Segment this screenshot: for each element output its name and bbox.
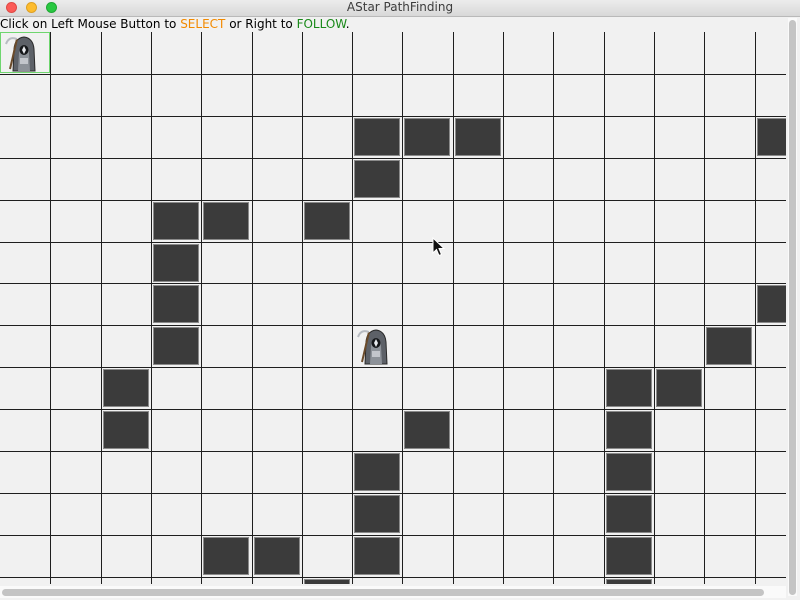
grid-line bbox=[0, 116, 786, 117]
grid-line bbox=[0, 367, 786, 368]
grid-line bbox=[503, 32, 504, 584]
vertical-scroll-thumb[interactable] bbox=[789, 20, 796, 595]
wall-tile[interactable] bbox=[103, 411, 149, 449]
window-title: AStar PathFinding bbox=[346, 0, 454, 14]
selection-highlight bbox=[0, 32, 50, 73]
wall-tile[interactable] bbox=[304, 579, 350, 584]
wall-tile[interactable] bbox=[606, 495, 652, 533]
grid-line bbox=[101, 32, 102, 584]
wall-tile[interactable] bbox=[254, 537, 300, 575]
grid-line bbox=[0, 158, 786, 159]
grid-line bbox=[201, 32, 202, 584]
grid-line bbox=[0, 200, 786, 201]
grid-line bbox=[0, 409, 786, 410]
wall-tile[interactable] bbox=[606, 537, 652, 575]
wall-tile[interactable] bbox=[153, 327, 199, 365]
wall-tile[interactable] bbox=[757, 118, 786, 156]
grid-line bbox=[0, 577, 786, 578]
title-bar[interactable]: AStar PathFinding bbox=[0, 0, 800, 17]
instruction-suffix: . bbox=[345, 17, 350, 31]
instruction-prefix: Click on Left Mouse Button to bbox=[0, 17, 181, 31]
wall-tile[interactable] bbox=[153, 202, 199, 240]
wall-tile[interactable] bbox=[606, 369, 652, 407]
wall-tile[interactable] bbox=[354, 453, 400, 491]
horizontal-scroll-thumb[interactable] bbox=[2, 589, 764, 596]
wall-tile[interactable] bbox=[606, 579, 652, 584]
instruction-text: Click on Left Mouse Button to SELECT or … bbox=[0, 16, 350, 32]
instruction-middle: or Right to bbox=[225, 17, 297, 31]
app-window: AStar PathFinding Click on Left Mouse Bu… bbox=[0, 0, 800, 600]
wall-tile[interactable] bbox=[203, 537, 249, 575]
grid-line bbox=[252, 32, 253, 584]
grid-line bbox=[302, 32, 303, 584]
grid-line bbox=[151, 32, 152, 584]
grid-line bbox=[50, 32, 51, 584]
grid-line bbox=[755, 32, 756, 584]
grid-line bbox=[0, 74, 786, 75]
grim-reaper-icon[interactable] bbox=[356, 326, 396, 366]
grid-line bbox=[704, 32, 705, 584]
follow-keyword: FOLLOW bbox=[296, 17, 346, 31]
grid-line bbox=[0, 242, 786, 243]
horizontal-scrollbar[interactable] bbox=[0, 586, 786, 598]
wall-tile[interactable] bbox=[706, 327, 752, 365]
wall-tile[interactable] bbox=[455, 118, 501, 156]
grid-line bbox=[453, 32, 454, 584]
grid-line bbox=[0, 283, 786, 284]
select-keyword: SELECT bbox=[180, 17, 226, 31]
wall-tile[interactable] bbox=[656, 369, 702, 407]
grid-line bbox=[402, 32, 403, 584]
vertical-scrollbar[interactable] bbox=[788, 18, 797, 596]
grid-line bbox=[352, 32, 353, 584]
wall-tile[interactable] bbox=[404, 118, 450, 156]
grid-line bbox=[0, 535, 786, 536]
wall-tile[interactable] bbox=[103, 369, 149, 407]
grid-line bbox=[553, 32, 554, 584]
wall-tile[interactable] bbox=[153, 285, 199, 323]
wall-tile[interactable] bbox=[153, 244, 199, 282]
wall-tile[interactable] bbox=[354, 160, 400, 198]
mouse-pointer-icon bbox=[432, 237, 446, 257]
grid-line bbox=[0, 493, 786, 494]
wall-tile[interactable] bbox=[304, 202, 350, 240]
wall-tile[interactable] bbox=[404, 411, 450, 449]
wall-tile[interactable] bbox=[606, 453, 652, 491]
wall-tile[interactable] bbox=[354, 537, 400, 575]
wall-tile[interactable] bbox=[757, 285, 786, 323]
grid-line bbox=[604, 32, 605, 584]
pathfinding-grid[interactable] bbox=[0, 32, 786, 584]
wall-tile[interactable] bbox=[203, 202, 249, 240]
grid-line bbox=[654, 32, 655, 584]
wall-tile[interactable] bbox=[354, 118, 400, 156]
grid-line bbox=[0, 451, 786, 452]
wall-tile[interactable] bbox=[606, 411, 652, 449]
wall-tile[interactable] bbox=[354, 495, 400, 533]
